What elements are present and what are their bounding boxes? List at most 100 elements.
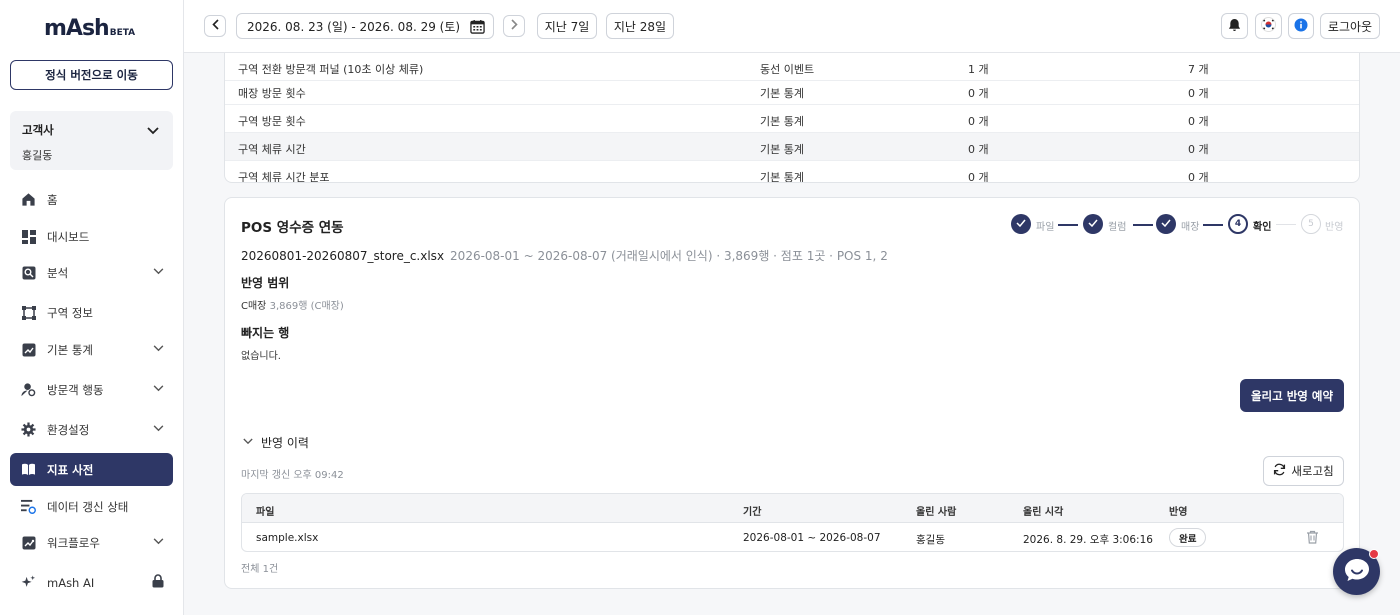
metric-count-b: 0 개 — [1188, 115, 1209, 128]
step-5: 5 — [1301, 214, 1321, 234]
chevron-down-icon — [153, 265, 164, 278]
history-toggle[interactable]: 반영 이력 — [243, 434, 309, 451]
calendar-icon — [470, 19, 485, 37]
pos-integration-card: POS 영수증 연동 파일 컬럼 매장 4 확인 5 반영 20260801-2… — [224, 197, 1360, 589]
step-label: 파일 — [1036, 222, 1055, 233]
col-uploader: 올린 사람 — [916, 507, 957, 518]
check-icon — [1016, 219, 1026, 230]
table-row[interactable]: sample.xlsx 2026-08-01 ~ 2026-08-07 홍길동 … — [242, 523, 1343, 551]
dashboard-icon — [20, 228, 37, 245]
col-uploaded-at: 올린 시각 — [1023, 507, 1064, 518]
col-period: 기간 — [743, 507, 762, 518]
next-period-button[interactable] — [503, 15, 525, 37]
history-file: sample.xlsx — [256, 532, 319, 544]
last-7-days-button[interactable]: 지난 7일 — [537, 13, 597, 39]
sidebar-item-basic-stats[interactable]: 기본 통계 — [10, 333, 173, 366]
info-icon — [1294, 18, 1308, 35]
step-1 — [1011, 214, 1031, 234]
sidebar-item-dashboard[interactable]: 대시보드 — [10, 220, 173, 253]
sidebar-item-label: 대시보드 — [47, 229, 90, 244]
history-table-header: 파일 기간 올린 사람 올린 시각 반영 — [242, 494, 1343, 523]
account-selector[interactable]: 고객사 홍길동 — [10, 111, 173, 170]
table-row[interactable]: 매장 방문 횟수 기본 통계 0 개 0 개 — [225, 77, 1359, 105]
sidebar-item-workflow[interactable]: 워크플로우 — [10, 526, 173, 559]
metric-category: 기본 통계 — [760, 115, 804, 128]
korea-flag-icon — [1261, 17, 1276, 35]
step-label: 매장 — [1181, 222, 1200, 233]
sidebar: mAshBETA 정식 버전으로 이동 고객사 홍길동 홈 대시보드 분석 구역… — [0, 0, 184, 615]
sidebar-item-metric-dictionary[interactable]: 지표 사전 — [10, 453, 173, 486]
file-name: 20260801-20260807_store_c.xlsx — [241, 249, 445, 263]
step-connector — [1203, 224, 1223, 226]
notification-button[interactable] — [1221, 13, 1248, 39]
card-title: POS 영수증 연동 — [241, 220, 344, 236]
analysis-icon — [20, 264, 37, 281]
chart-line-icon — [20, 341, 37, 358]
account-company: 고객사 — [22, 123, 54, 137]
info-button[interactable] — [1288, 13, 1314, 39]
metric-name: 매장 방문 횟수 — [238, 87, 306, 100]
step-3 — [1156, 214, 1176, 234]
table-row[interactable]: 구역 체류 시간 기본 통계 0 개 0 개 — [225, 133, 1359, 161]
date-range-picker[interactable]: 2026. 08. 23 (일) - 2026. 08. 29 (토) — [236, 13, 494, 39]
sidebar-item-data-refresh-status[interactable]: 데이터 갱신 상태 — [10, 490, 173, 523]
prev-period-button[interactable] — [204, 15, 226, 37]
status-badge: 완료 — [1169, 528, 1207, 547]
home-icon — [20, 191, 37, 208]
trash-icon[interactable] — [1306, 530, 1319, 547]
chevron-left-icon — [211, 19, 219, 33]
sidebar-item-label: 구역 정보 — [47, 305, 93, 320]
excluded-rows-text: 없습니다. — [241, 351, 281, 362]
step-connector — [1276, 224, 1296, 225]
go-official-version-button[interactable]: 정식 버전으로 이동 — [10, 60, 173, 90]
sidebar-item-home[interactable]: 홈 — [10, 183, 173, 216]
refresh-label: 새로고침 — [1291, 464, 1334, 478]
metric-count-a: 0 개 — [968, 87, 989, 100]
sidebar-item-label: 방문객 행동 — [47, 382, 104, 397]
history-period: 2026-08-01 ~ 2026-08-07 — [743, 532, 881, 544]
table-row[interactable]: 구역 방문 횟수 기본 통계 0 개 0 개 — [225, 105, 1359, 133]
metric-count-b: 0 개 — [1188, 143, 1209, 156]
sidebar-item-settings[interactable]: 환경설정 — [10, 413, 173, 446]
upload-stepper: 파일 컬럼 매장 4 확인 5 반영 — [1011, 214, 1351, 236]
step-2 — [1083, 214, 1103, 234]
sidebar-item-mash-ai[interactable]: mAsh AI — [10, 566, 173, 599]
sidebar-item-label: 워크플로우 — [47, 535, 100, 550]
metric-category: 동선 이벤트 — [760, 63, 815, 76]
history-total: 전체 1건 — [241, 564, 279, 575]
upload-and-schedule-button[interactable]: 올리고 반영 예약 — [1240, 379, 1344, 412]
sidebar-item-analysis[interactable]: 분석 — [10, 256, 173, 289]
chevron-down-icon — [153, 382, 164, 395]
chevron-down-icon — [153, 422, 164, 435]
sidebar-item-visitor-behavior[interactable]: 방문객 행동 — [10, 373, 173, 406]
logout-button[interactable]: 로그아웃 — [1320, 13, 1380, 39]
chevron-down-icon — [153, 535, 164, 548]
check-icon — [1161, 219, 1171, 230]
bell-icon — [1228, 18, 1241, 35]
metric-category: 기본 통계 — [760, 171, 804, 183]
step-label: 컬럼 — [1108, 222, 1127, 233]
sidebar-item-label: 홈 — [47, 192, 58, 207]
refresh-button[interactable]: 새로고침 — [1263, 456, 1344, 486]
top-bar: 2026. 08. 23 (일) - 2026. 08. 29 (토) 지난 7… — [184, 0, 1400, 53]
check-icon — [1088, 219, 1098, 230]
table-row[interactable]: 구역 체류 시간 분포 기본 통계 0 개 0 개 — [225, 161, 1359, 183]
logo[interactable]: mAshBETA — [44, 16, 135, 41]
metric-count-b: 7 개 — [1188, 63, 1209, 76]
language-button[interactable] — [1255, 13, 1282, 39]
sparkle-icon — [20, 574, 37, 591]
gear-icon — [20, 421, 37, 438]
last-28-days-button[interactable]: 지난 28일 — [606, 13, 674, 39]
beta-badge: BETA — [109, 28, 136, 38]
step-label: 반영 — [1325, 222, 1344, 233]
refresh-icon — [1273, 463, 1286, 479]
sidebar-item-label: 분석 — [47, 265, 69, 280]
scope-title: 반영 범위 — [241, 276, 290, 290]
sidebar-item-zone-info[interactable]: 구역 정보 — [10, 296, 173, 329]
metric-category: 기본 통계 — [760, 143, 804, 156]
sidebar-item-label: 지표 사전 — [47, 462, 94, 477]
metric-name: 구역 체류 시간 — [238, 143, 306, 156]
step-label: 확인 — [1253, 222, 1272, 233]
step-connector — [1058, 224, 1078, 226]
step-connector — [1133, 224, 1153, 226]
